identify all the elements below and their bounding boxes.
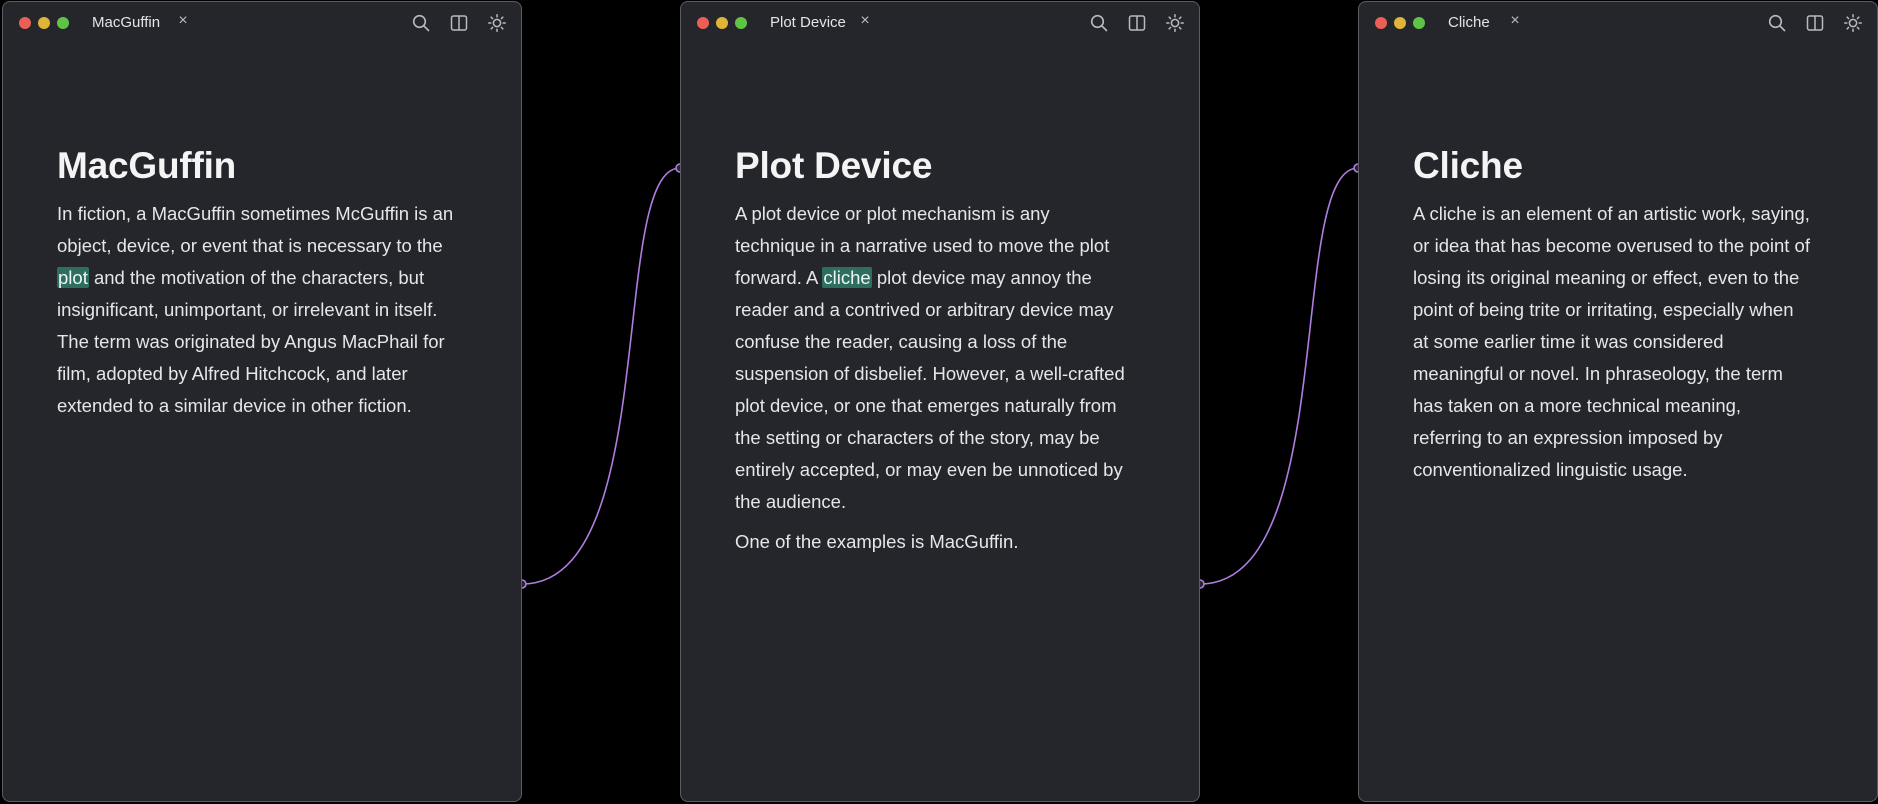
zoom-window-button[interactable] bbox=[57, 17, 69, 29]
window-titlebar[interactable]: MacGuffin × bbox=[3, 2, 521, 42]
paragraph-text: and the motivation of the characters, bu… bbox=[57, 267, 445, 416]
zoom-window-button[interactable] bbox=[735, 17, 747, 29]
tab-close-icon[interactable]: × bbox=[857, 12, 873, 30]
document-title: MacGuffin bbox=[57, 145, 237, 186]
paragraph-text: plot device may annoy the reader and a c… bbox=[735, 267, 1125, 512]
minimize-window-button[interactable] bbox=[716, 17, 728, 29]
window-cliche: Cliche × Cliche A cliche is an element o… bbox=[1358, 1, 1878, 802]
paragraph-text: A cliche is an element of an artistic wo… bbox=[1413, 203, 1810, 480]
window-plot-device: Plot Device × Plot Device A plot device … bbox=[680, 1, 1200, 802]
tab-title[interactable]: Cliche bbox=[1448, 14, 1490, 32]
split-view-icon[interactable] bbox=[1127, 13, 1147, 33]
split-view-icon[interactable] bbox=[1805, 13, 1825, 33]
paragraph: A cliche is an element of an artistic wo… bbox=[1413, 198, 1813, 486]
link-curve-plot-device-cliche bbox=[1199, 167, 1359, 585]
window-macguffin: MacGuffin × MacGuffin In fiction, a MacG… bbox=[2, 1, 522, 802]
document-title: Cliche bbox=[1413, 145, 1523, 186]
theme-toggle-icon[interactable] bbox=[1843, 13, 1863, 33]
tab-title[interactable]: Plot Device bbox=[770, 14, 846, 32]
theme-toggle-icon[interactable] bbox=[487, 13, 507, 33]
theme-toggle-icon[interactable] bbox=[1165, 13, 1185, 33]
window-titlebar[interactable]: Plot Device × bbox=[681, 2, 1199, 42]
document-content: Plot Device A plot device or plot mechan… bbox=[735, 142, 1135, 566]
document-title: Plot Device bbox=[735, 145, 933, 186]
close-window-button[interactable] bbox=[697, 17, 709, 29]
paragraph: In fiction, a MacGuffin sometimes McGuff… bbox=[57, 198, 457, 422]
zoom-window-button[interactable] bbox=[1413, 17, 1425, 29]
search-icon[interactable] bbox=[1767, 13, 1787, 33]
highlighted-link-term[interactable]: cliche bbox=[822, 267, 872, 288]
highlighted-link-term[interactable]: plot bbox=[57, 267, 89, 288]
minimize-window-button[interactable] bbox=[1394, 17, 1406, 29]
minimize-window-button[interactable] bbox=[38, 17, 50, 29]
link-curve-macguffin-plot-device bbox=[521, 167, 681, 585]
close-window-button[interactable] bbox=[1375, 17, 1387, 29]
search-icon[interactable] bbox=[1089, 13, 1109, 33]
document-content: MacGuffin In fiction, a MacGuffin someti… bbox=[57, 142, 457, 430]
document-content: Cliche A cliche is an element of an arti… bbox=[1413, 142, 1813, 494]
paragraph-text: One of the examples is MacGuffin. bbox=[735, 531, 1019, 552]
search-icon[interactable] bbox=[411, 13, 431, 33]
split-view-icon[interactable] bbox=[449, 13, 469, 33]
paragraph: One of the examples is MacGuffin. bbox=[735, 526, 1135, 558]
paragraph: A plot device or plot mechanism is any t… bbox=[735, 198, 1135, 518]
tab-close-icon[interactable]: × bbox=[175, 12, 191, 30]
tab-title[interactable]: MacGuffin bbox=[92, 14, 160, 32]
paragraph-text: In fiction, a MacGuffin sometimes McGuff… bbox=[57, 203, 454, 256]
window-titlebar[interactable]: Cliche × bbox=[1359, 2, 1877, 42]
close-window-button[interactable] bbox=[19, 17, 31, 29]
tab-close-icon[interactable]: × bbox=[1507, 12, 1523, 30]
